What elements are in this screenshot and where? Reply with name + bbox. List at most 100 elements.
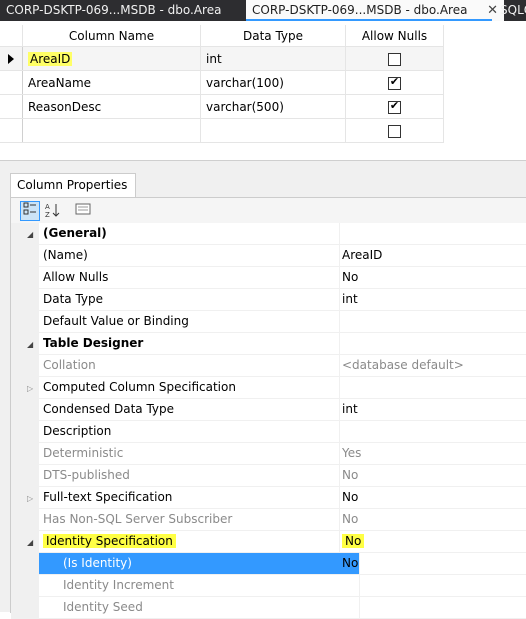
- column-properties-pane: Column Properties AZ ◢ (General) (Name) …: [0, 165, 526, 619]
- row-gutter: ▷: [11, 377, 39, 398]
- row-selector[interactable]: [0, 46, 23, 71]
- tab-dbo-area-inactive[interactable]: CORP-DSKTP-069...MSDB - dbo.Area: [0, 0, 252, 21]
- category-general[interactable]: ◢ (General): [11, 223, 526, 245]
- table-row[interactable]: AreaID int: [0, 46, 444, 71]
- column-name-text: AreaID: [28, 51, 73, 66]
- row-selector[interactable]: [0, 118, 23, 143]
- property-name: Deterministic: [39, 443, 340, 464]
- column-name-cell[interactable]: AreaID: [22, 46, 201, 71]
- property-value[interactable]: [339, 421, 526, 442]
- data-type-cell[interactable]: varchar(500): [200, 94, 346, 119]
- property-name: Description: [39, 421, 340, 442]
- data-type-cell[interactable]: varchar(100): [200, 70, 346, 95]
- property-row-allow-nulls[interactable]: Allow Nulls No: [11, 267, 526, 289]
- row-selector[interactable]: [0, 94, 23, 119]
- property-row-is-identity[interactable]: (Is Identity) No: [11, 553, 526, 575]
- property-row-identity-increment[interactable]: Identity Increment: [11, 575, 526, 597]
- property-name: (General): [39, 223, 340, 244]
- property-row-identity-seed[interactable]: Identity Seed: [11, 597, 526, 619]
- expand-arrow-icon[interactable]: ▷: [27, 494, 33, 503]
- collapse-arrow-icon[interactable]: ◢: [27, 538, 33, 547]
- tab-column-properties[interactable]: Column Properties: [10, 173, 136, 197]
- tab-label: CORP-DSKTP-069...MSDB - dbo.Area: [252, 3, 468, 17]
- row-gutter: [11, 597, 39, 618]
- property-value[interactable]: int: [339, 399, 526, 420]
- property-value-text: No: [342, 534, 365, 548]
- allow-nulls-cell[interactable]: ✔: [345, 70, 444, 95]
- row-gutter: [11, 289, 39, 310]
- row-selector[interactable]: [0, 70, 23, 95]
- current-row-arrow-icon: [8, 54, 14, 64]
- property-name: Collation: [39, 355, 340, 376]
- property-name: Computed Column Specification: [39, 377, 340, 398]
- property-value[interactable]: AreaID: [339, 245, 526, 266]
- allow-nulls-cell[interactable]: [345, 118, 444, 143]
- collapse-arrow-icon[interactable]: ◢: [27, 230, 33, 239]
- property-row-fulltext-spec[interactable]: ▷ Full-text Specification No: [11, 487, 526, 509]
- property-row-identity-spec[interactable]: ◢ Identity Specification No: [11, 531, 526, 553]
- property-row-non-sql-subscriber[interactable]: Has Non-SQL Server Subscriber No: [11, 509, 526, 531]
- checkmark-icon: ✔: [389, 98, 400, 112]
- allow-nulls-checkbox[interactable]: ✔: [388, 74, 401, 90]
- svg-text:Z: Z: [45, 211, 50, 218]
- allow-nulls-cell[interactable]: ✔: [345, 94, 444, 119]
- allow-nulls-checkbox[interactable]: [388, 52, 401, 66]
- data-type-cell[interactable]: [200, 118, 346, 143]
- property-value: No: [342, 468, 359, 482]
- row-gutter: [11, 311, 39, 332]
- alphabetical-icon[interactable]: AZ: [43, 201, 63, 221]
- property-name: Identity Seed: [39, 597, 360, 618]
- column-name-header[interactable]: Column Name: [22, 25, 201, 47]
- collapse-arrow-icon[interactable]: ◢: [27, 340, 33, 349]
- allow-nulls-cell[interactable]: [345, 46, 444, 71]
- column-name-cell[interactable]: AreaName: [22, 70, 201, 95]
- property-name: Data Type: [39, 289, 340, 310]
- row-selector-header: [0, 25, 23, 47]
- property-name: Allow Nulls: [39, 267, 340, 288]
- property-row-computed-column[interactable]: ▷ Computed Column Specification: [11, 377, 526, 399]
- property-value[interactable]: [339, 311, 526, 332]
- property-row-name[interactable]: (Name) AreaID: [11, 245, 526, 267]
- property-row-deterministic[interactable]: Deterministic Yes: [11, 443, 526, 465]
- property-name-text: Identity Specification: [43, 534, 176, 548]
- property-row-dts-published[interactable]: DTS-published No: [11, 465, 526, 487]
- data-type-cell[interactable]: int: [200, 46, 346, 71]
- table-design-grid-area: Column Name Data Type Allow Nulls AreaID…: [0, 21, 526, 165]
- tab-dbo-area-active[interactable]: CORP-DSKTP-069...MSDB - dbo.Area ✕: [246, 0, 504, 21]
- allow-nulls-header[interactable]: Allow Nulls: [345, 25, 444, 47]
- tab-label: SQLQ: [500, 3, 526, 17]
- expand-arrow-icon[interactable]: ▷: [27, 384, 33, 393]
- allow-nulls-checkbox[interactable]: [388, 124, 401, 138]
- table-row-new[interactable]: [0, 118, 444, 143]
- column-name-cell[interactable]: [22, 118, 201, 143]
- category-table-designer[interactable]: ◢ Table Designer: [11, 333, 526, 355]
- property-grid: AZ ◢ (General) (Name) AreaID Allow Nulls…: [10, 197, 526, 619]
- property-row-description[interactable]: Description: [11, 421, 526, 443]
- column-name-cell[interactable]: ReasonDesc: [22, 94, 201, 119]
- checkmark-icon: ✔: [389, 74, 400, 88]
- row-gutter: [11, 465, 39, 486]
- property-row-collation[interactable]: Collation <database default>: [11, 355, 526, 377]
- table-row[interactable]: ReasonDesc varchar(500) ✔: [0, 94, 444, 119]
- property-row-condensed-type[interactable]: Condensed Data Type int: [11, 399, 526, 421]
- property-value[interactable]: int: [339, 289, 526, 310]
- allow-nulls-checkbox[interactable]: ✔: [388, 98, 401, 114]
- property-value[interactable]: No: [339, 553, 526, 574]
- data-type-header[interactable]: Data Type: [200, 25, 346, 47]
- tab-sqlquery-partial[interactable]: SQLQ: [494, 0, 526, 21]
- property-value[interactable]: [339, 377, 526, 398]
- property-pages-icon[interactable]: [73, 201, 93, 221]
- row-gutter: [11, 509, 39, 530]
- table-row[interactable]: AreaName varchar(100) ✔: [0, 70, 444, 95]
- row-gutter: ◢: [11, 531, 39, 552]
- property-value[interactable]: No: [339, 267, 526, 288]
- property-name: Identity Increment: [39, 575, 360, 596]
- column-design-grid: Column Name Data Type Allow Nulls AreaID…: [0, 25, 444, 143]
- property-row-data-type[interactable]: Data Type int: [11, 289, 526, 311]
- property-row-default-value[interactable]: Default Value or Binding: [11, 311, 526, 333]
- categorized-icon[interactable]: [20, 201, 40, 221]
- property-value[interactable]: No: [339, 531, 526, 552]
- property-value[interactable]: No: [339, 487, 526, 508]
- tab-label: CORP-DSKTP-069...MSDB - dbo.Area: [6, 3, 222, 17]
- row-gutter: [11, 421, 39, 442]
